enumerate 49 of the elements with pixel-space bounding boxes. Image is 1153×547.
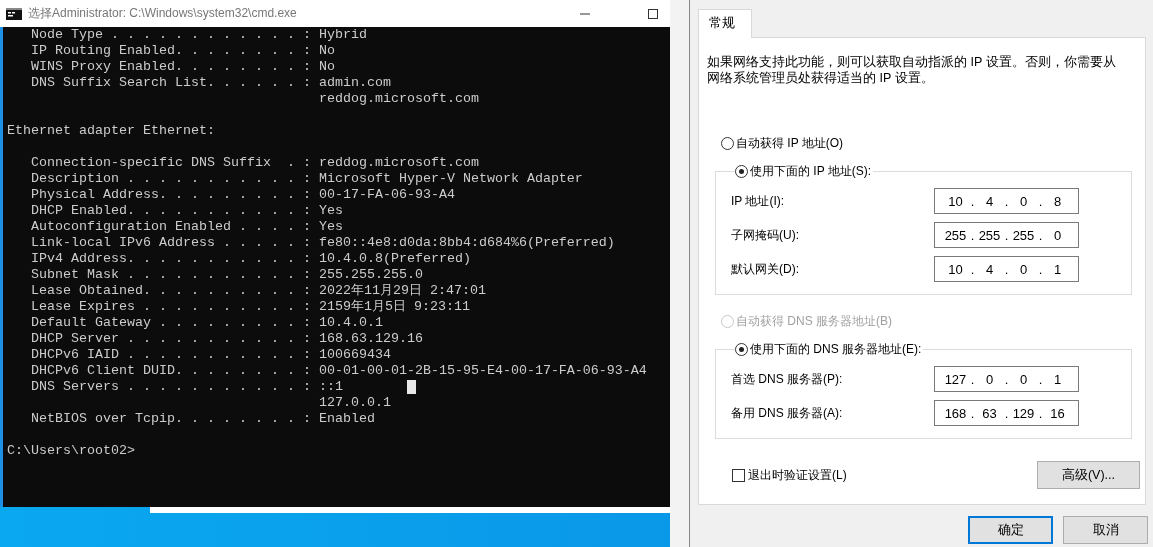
console-icon — [6, 7, 22, 20]
console-line: NetBIOS over Tcpip. . . . . . . . : Enabled — [30, 411, 375, 427]
ip-address-field[interactable]: 255 . 255 . 255 . 0 — [934, 222, 1079, 248]
console-line: Subnet Mask . . . . . . . . . . . : 255.255.255.0 — [30, 267, 423, 283]
field-label: 首选 DNS 服务器(P): — [731, 370, 844, 388]
window-title: 选择Administrator: C:\Windows\system32\cmd.exe — [28, 5, 298, 22]
console-line: Default Gateway . . . . . . . . . : 10.4.0.1 — [30, 315, 383, 331]
advanced-button[interactable]: 高级(V)... — [1037, 461, 1140, 489]
dialog-button[interactable]: 取消 — [1063, 516, 1148, 544]
console-line: IP Routing Enabled. . . . . . . . : No — [30, 43, 335, 59]
ip-address-field[interactable]: 10 . 4 . 0 . 8 — [934, 188, 1079, 214]
console-line: Connection-specific DNS Suffix . : reddog.microsoft.com — [30, 155, 479, 171]
ip-address-field[interactable]: 10 . 4 . 0 . 1 — [934, 256, 1079, 282]
console-line: C:\Users\root02> — [7, 443, 135, 459]
console-line: DHCP Enabled. . . . . . . . . . . : Yes — [30, 203, 343, 219]
console-line: Ethernet adapter Ethernet: — [7, 123, 215, 139]
console-line: Physical Address. . . . . . . . . : 00-17-FA-06-93-A4 — [30, 187, 455, 203]
console-line: DNS Suffix Search List. . . . . . : admin.com — [30, 75, 391, 91]
console-line: DHCPv6 IAID . . . . . . . . . . . : 100669434 — [30, 347, 391, 363]
console-line: Description . . . . . . . . . . . : Microsoft Hyper-V Network Adapter — [30, 171, 583, 187]
checkbox[interactable]: 退出时验证设置(L) — [732, 466, 847, 484]
checkbox-indicator[interactable] — [732, 468, 745, 482]
ip-address-field[interactable]: 168 . 63 . 129 . 16 — [934, 400, 1079, 426]
radio-indicator[interactable] — [735, 343, 748, 356]
radio-button[interactable]: 使用下面的 DNS 服务器地址(E): — [735, 341, 922, 358]
console-line: Link-local IPv6 Address . . . . . : fe80::4e8:d0da:8bb4:d684%6(Preferred) — [30, 235, 615, 251]
console-line: Autoconfiguration Enabled . . . . : Yes — [30, 219, 343, 235]
dialog-button[interactable]: 确定 — [968, 516, 1053, 544]
field-label: 子网掩码(U): — [731, 226, 800, 244]
radio-button[interactable]: 自动获得 IP 地址(O) — [721, 135, 844, 152]
tab[interactable]: 常规 — [698, 9, 752, 38]
ip-address-field[interactable]: 127 . 0 . 0 . 1 — [934, 366, 1079, 392]
console-line: reddog.microsoft.com — [317, 91, 479, 107]
field-label: 默认网关(D): — [731, 260, 800, 278]
console-line: DNS Servers . . . . . . . . . . . : ::1 — [30, 379, 343, 395]
console-line: DHCP Server . . . . . . . . . . . : 168.63.129.16 — [30, 331, 423, 347]
console-line: Node Type . . . . . . . . . . . . : Hybrid — [30, 27, 367, 43]
console-line: 127.0.0.1 — [317, 395, 391, 411]
radio-button[interactable]: 使用下面的 IP 地址(S): — [735, 163, 872, 180]
console-line: IPv4 Address. . . . . . . . . . . : 10.4.0.8(Preferred) — [30, 251, 471, 267]
console-line: WINS Proxy Enabled. . . . . . . . : No — [30, 59, 335, 75]
field-label: 备用 DNS 服务器(A): — [731, 404, 844, 422]
description-text: 如果网络支持此功能，则可以获取自动指派的 IP 设置。否则，你需要从网络系统管理员处获得适当的 IP 设置。 — [707, 54, 1117, 86]
radio-indicator[interactable] — [735, 165, 748, 178]
field-label: IP 地址(I): — [731, 192, 786, 210]
console-line: Lease Expires . . . . . . . . . . : 2159年1月5日 9:23:11 — [30, 299, 470, 315]
radio-indicator[interactable] — [721, 137, 734, 150]
console-line: Lease Obtained. . . . . . . . . . : 2022年11月29日 2:47:01 — [30, 283, 486, 299]
console-line: DHCPv6 Client DUID. . . . . . . . : 00-01-00-01-2B-15-95-E4-00-17-FA-06-93-A4 — [30, 363, 647, 379]
